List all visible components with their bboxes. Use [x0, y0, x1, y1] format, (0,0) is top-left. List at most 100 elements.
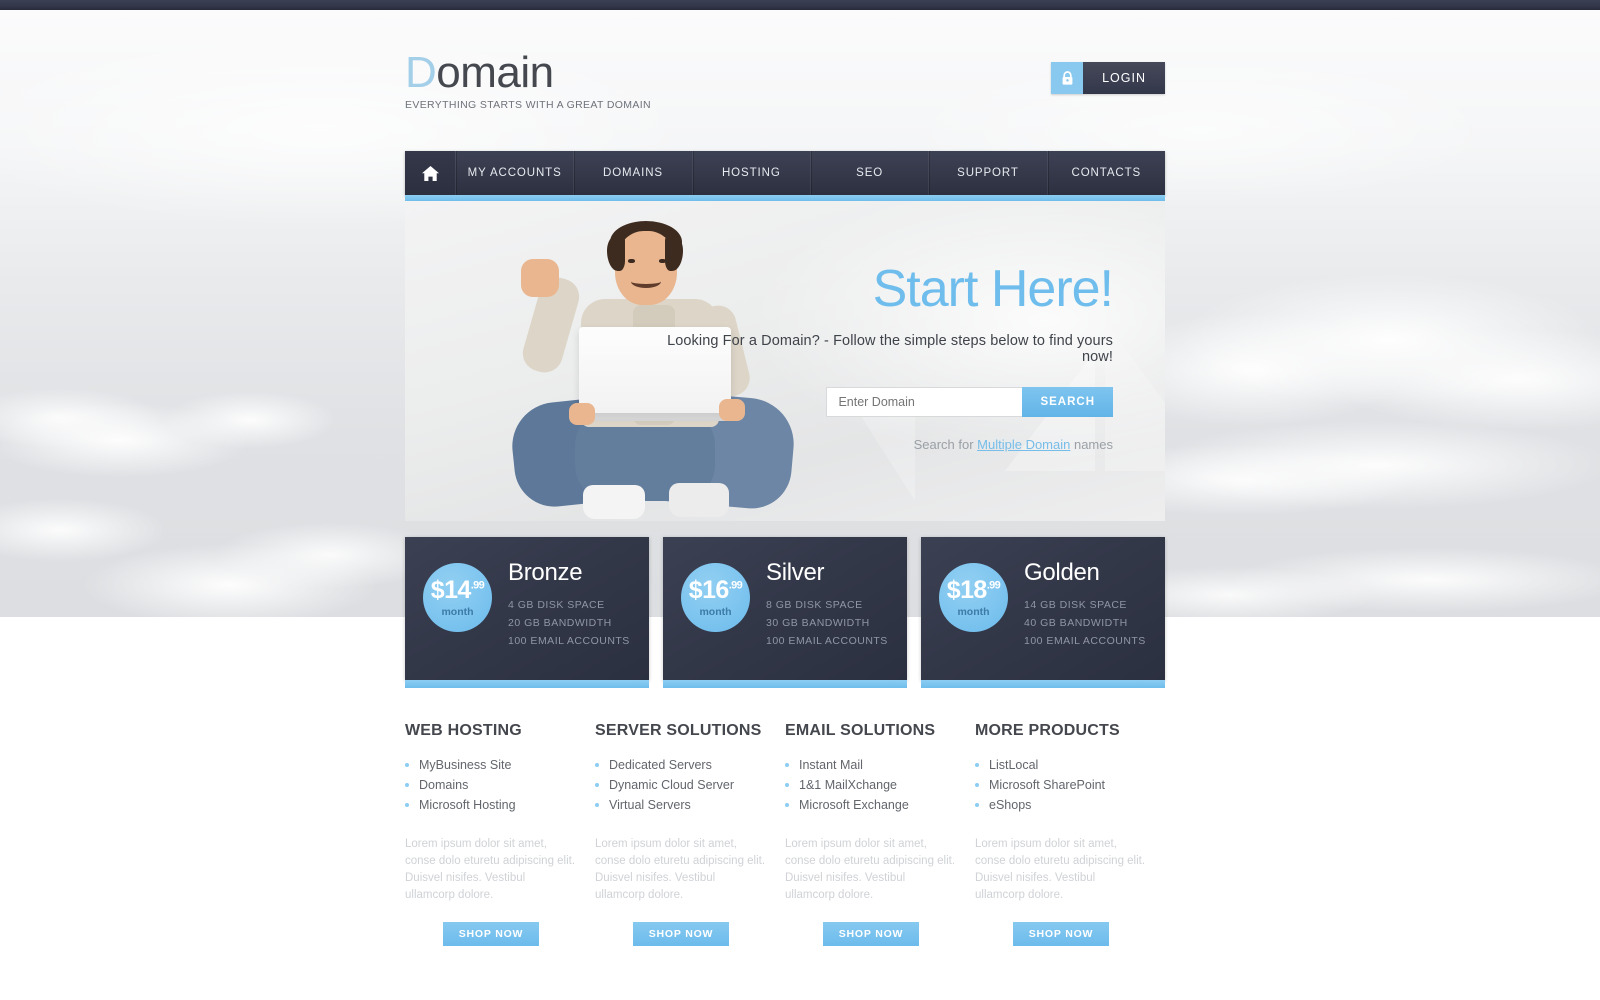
- nav-item-seo[interactable]: SEO: [809, 151, 928, 195]
- column-link-list: Dedicated Servers Dynamic Cloud Server V…: [595, 756, 767, 814]
- plan-period: month: [699, 605, 732, 618]
- column-title: SERVER SOLUTIONS: [595, 722, 762, 739]
- plan-price-cents: .99: [728, 579, 743, 592]
- list-item[interactable]: Microsoft Exchange: [785, 796, 957, 814]
- multiple-domain-line: Search for Multiple Domain names: [653, 437, 1113, 452]
- logo-first-letter: D: [405, 48, 437, 97]
- plan-name: Silver: [766, 559, 825, 586]
- plan-price-main: $14: [430, 575, 472, 604]
- plan-feature: 30 GB BANDWIDTH: [766, 617, 870, 629]
- list-item[interactable]: Virtual Servers: [595, 796, 767, 814]
- login-button[interactable]: LOGIN: [1083, 62, 1165, 94]
- plan-name: Golden: [1024, 559, 1100, 586]
- nav-item-domains[interactable]: DOMAINS: [573, 151, 691, 195]
- nav-item-support[interactable]: SUPPORT: [928, 151, 1046, 195]
- plan-price-main: $18: [946, 575, 988, 604]
- hero-content: Start Here! Looking For a Domain? - Foll…: [653, 260, 1114, 452]
- nav-item-contacts[interactable]: CONTACTS: [1046, 151, 1165, 195]
- plan-feature: 100 EMAIL ACCOUNTS: [1024, 635, 1146, 647]
- plan-name: Bronze: [508, 559, 583, 586]
- plan-period: month: [957, 605, 990, 618]
- plan-price: $16.99: [688, 575, 743, 604]
- logo-tagline: EVERYTHING STARTS WITH A GREAT DOMAIN: [405, 99, 651, 111]
- lock-icon: [1051, 62, 1084, 94]
- shop-button-wrap: SHOP NOW: [595, 922, 767, 946]
- decorative-triangle: [1105, 321, 1165, 471]
- plan-price-badge: $16.99 month: [681, 563, 750, 632]
- shop-now-button[interactable]: SHOP NOW: [1012, 922, 1110, 946]
- plan-price-badge: $18.99 month: [939, 563, 1008, 632]
- product-columns: WEB HOSTING MyBusiness Site Domains Micr…: [405, 722, 1165, 946]
- main-navigation: MY ACCOUNTS DOMAINS HOSTING SEO SUPPORT …: [405, 151, 1165, 195]
- shop-now-button[interactable]: SHOP NOW: [632, 922, 730, 946]
- plan-card-silver[interactable]: $16.99 month Silver 8 GB DISK SPACE 30 G…: [663, 537, 907, 688]
- shop-button-wrap: SHOP NOW: [405, 922, 577, 946]
- list-item[interactable]: 1&1 MailXchange: [785, 776, 957, 794]
- pricing-plans: $14.99 month Bronze 4 GB DISK SPACE 20 G…: [405, 537, 1165, 688]
- plan-feature: 8 GB DISK SPACE: [766, 599, 863, 611]
- plan-feature: 14 GB DISK SPACE: [1024, 599, 1127, 611]
- top-dark-bar: [0, 0, 1600, 10]
- hero-title: Start Here!: [872, 260, 1114, 318]
- domain-search-form: SEARCH: [653, 387, 1113, 417]
- list-item[interactable]: ListLocal: [975, 756, 1147, 774]
- plan-price-badge: $14.99 month: [423, 563, 492, 632]
- hero-banner: Start Here! Looking For a Domain? - Foll…: [405, 201, 1165, 521]
- column-more-products: MORE PRODUCTS ListLocal Microsoft ShareP…: [975, 722, 1165, 946]
- shop-now-button[interactable]: SHOP NOW: [822, 922, 920, 946]
- column-paragraph: Lorem ipsum dolor sit amet, conse dolo e…: [785, 838, 956, 901]
- column-email-solutions: EMAIL SOLUTIONS Instant Mail 1&1 MailXch…: [785, 722, 975, 946]
- list-item[interactable]: Microsoft SharePoint: [975, 776, 1147, 794]
- plan-feature: 40 GB BANDWIDTH: [1024, 617, 1128, 629]
- nav-item-hosting[interactable]: HOSTING: [691, 151, 810, 195]
- shop-button-wrap: SHOP NOW: [975, 922, 1147, 946]
- plan-details: Silver 8 GB DISK SPACE 30 GB BANDWIDTH 1…: [766, 555, 888, 650]
- column-paragraph: Lorem ipsum dolor sit amet, conse dolo e…: [975, 838, 1146, 901]
- plan-card-golden[interactable]: $18.99 month Golden 14 GB DISK SPACE 40 …: [921, 537, 1165, 688]
- logo-rest: omain: [436, 48, 554, 97]
- plan-details: Golden 14 GB DISK SPACE 40 GB BANDWIDTH …: [1024, 555, 1146, 650]
- list-item[interactable]: Dedicated Servers: [595, 756, 767, 774]
- column-server-solutions: SERVER SOLUTIONS Dedicated Servers Dynam…: [595, 722, 785, 946]
- column-web-hosting: WEB HOSTING MyBusiness Site Domains Micr…: [405, 722, 595, 946]
- site-logo[interactable]: Domain EVERYTHING STARTS WITH A GREAT DO…: [405, 51, 651, 112]
- multiple-domain-link[interactable]: Multiple Domain: [977, 437, 1070, 452]
- list-item[interactable]: Domains: [405, 776, 577, 794]
- plan-feature: 4 GB DISK SPACE: [508, 599, 605, 611]
- list-item[interactable]: MyBusiness Site: [405, 756, 577, 774]
- column-title: WEB HOSTING: [405, 722, 522, 739]
- plan-details: Bronze 4 GB DISK SPACE 20 GB BANDWIDTH 1…: [508, 555, 630, 650]
- search-input[interactable]: [826, 387, 1023, 417]
- multi-suffix: names: [1070, 437, 1113, 452]
- shop-now-button[interactable]: SHOP NOW: [442, 922, 540, 946]
- plan-price-cents: .99: [470, 579, 485, 592]
- column-title: EMAIL SOLUTIONS: [785, 722, 936, 739]
- search-button[interactable]: SEARCH: [1022, 387, 1113, 417]
- page-root: Domain EVERYTHING STARTS WITH A GREAT DO…: [0, 0, 1600, 1000]
- plan-price: $18.99: [946, 575, 1001, 604]
- plan-feature: 100 EMAIL ACCOUNTS: [508, 635, 630, 647]
- plan-price-cents: .99: [986, 579, 1001, 592]
- list-item[interactable]: eShops: [975, 796, 1147, 814]
- logo-text: Domain: [405, 51, 651, 95]
- nav-item-my-accounts[interactable]: MY ACCOUNTS: [455, 151, 573, 195]
- hero-subtitle: Looking For a Domain? - Follow the simpl…: [667, 333, 1113, 365]
- column-link-list: Instant Mail 1&1 MailXchange Microsoft E…: [785, 756, 957, 814]
- column-paragraph: Lorem ipsum dolor sit amet, conse dolo e…: [595, 838, 766, 901]
- site-header: Domain EVERYTHING STARTS WITH A GREAT DO…: [405, 45, 1165, 125]
- home-icon[interactable]: [405, 151, 455, 195]
- multi-prefix: Search for: [913, 437, 978, 452]
- list-item[interactable]: Instant Mail: [785, 756, 957, 774]
- column-paragraph: Lorem ipsum dolor sit amet, conse dolo e…: [405, 838, 576, 901]
- list-item[interactable]: Dynamic Cloud Server: [595, 776, 767, 794]
- login-control[interactable]: LOGIN: [1051, 62, 1165, 94]
- plan-price-main: $16: [688, 575, 730, 604]
- column-title: MORE PRODUCTS: [975, 722, 1120, 739]
- plan-card-bronze[interactable]: $14.99 month Bronze 4 GB DISK SPACE 20 G…: [405, 537, 649, 688]
- list-item[interactable]: Microsoft Hosting: [405, 796, 577, 814]
- plan-feature: 100 EMAIL ACCOUNTS: [766, 635, 888, 647]
- shop-button-wrap: SHOP NOW: [785, 922, 957, 946]
- column-link-list: ListLocal Microsoft SharePoint eShops: [975, 756, 1147, 814]
- plan-feature: 20 GB BANDWIDTH: [508, 617, 612, 629]
- plan-period: month: [441, 605, 474, 618]
